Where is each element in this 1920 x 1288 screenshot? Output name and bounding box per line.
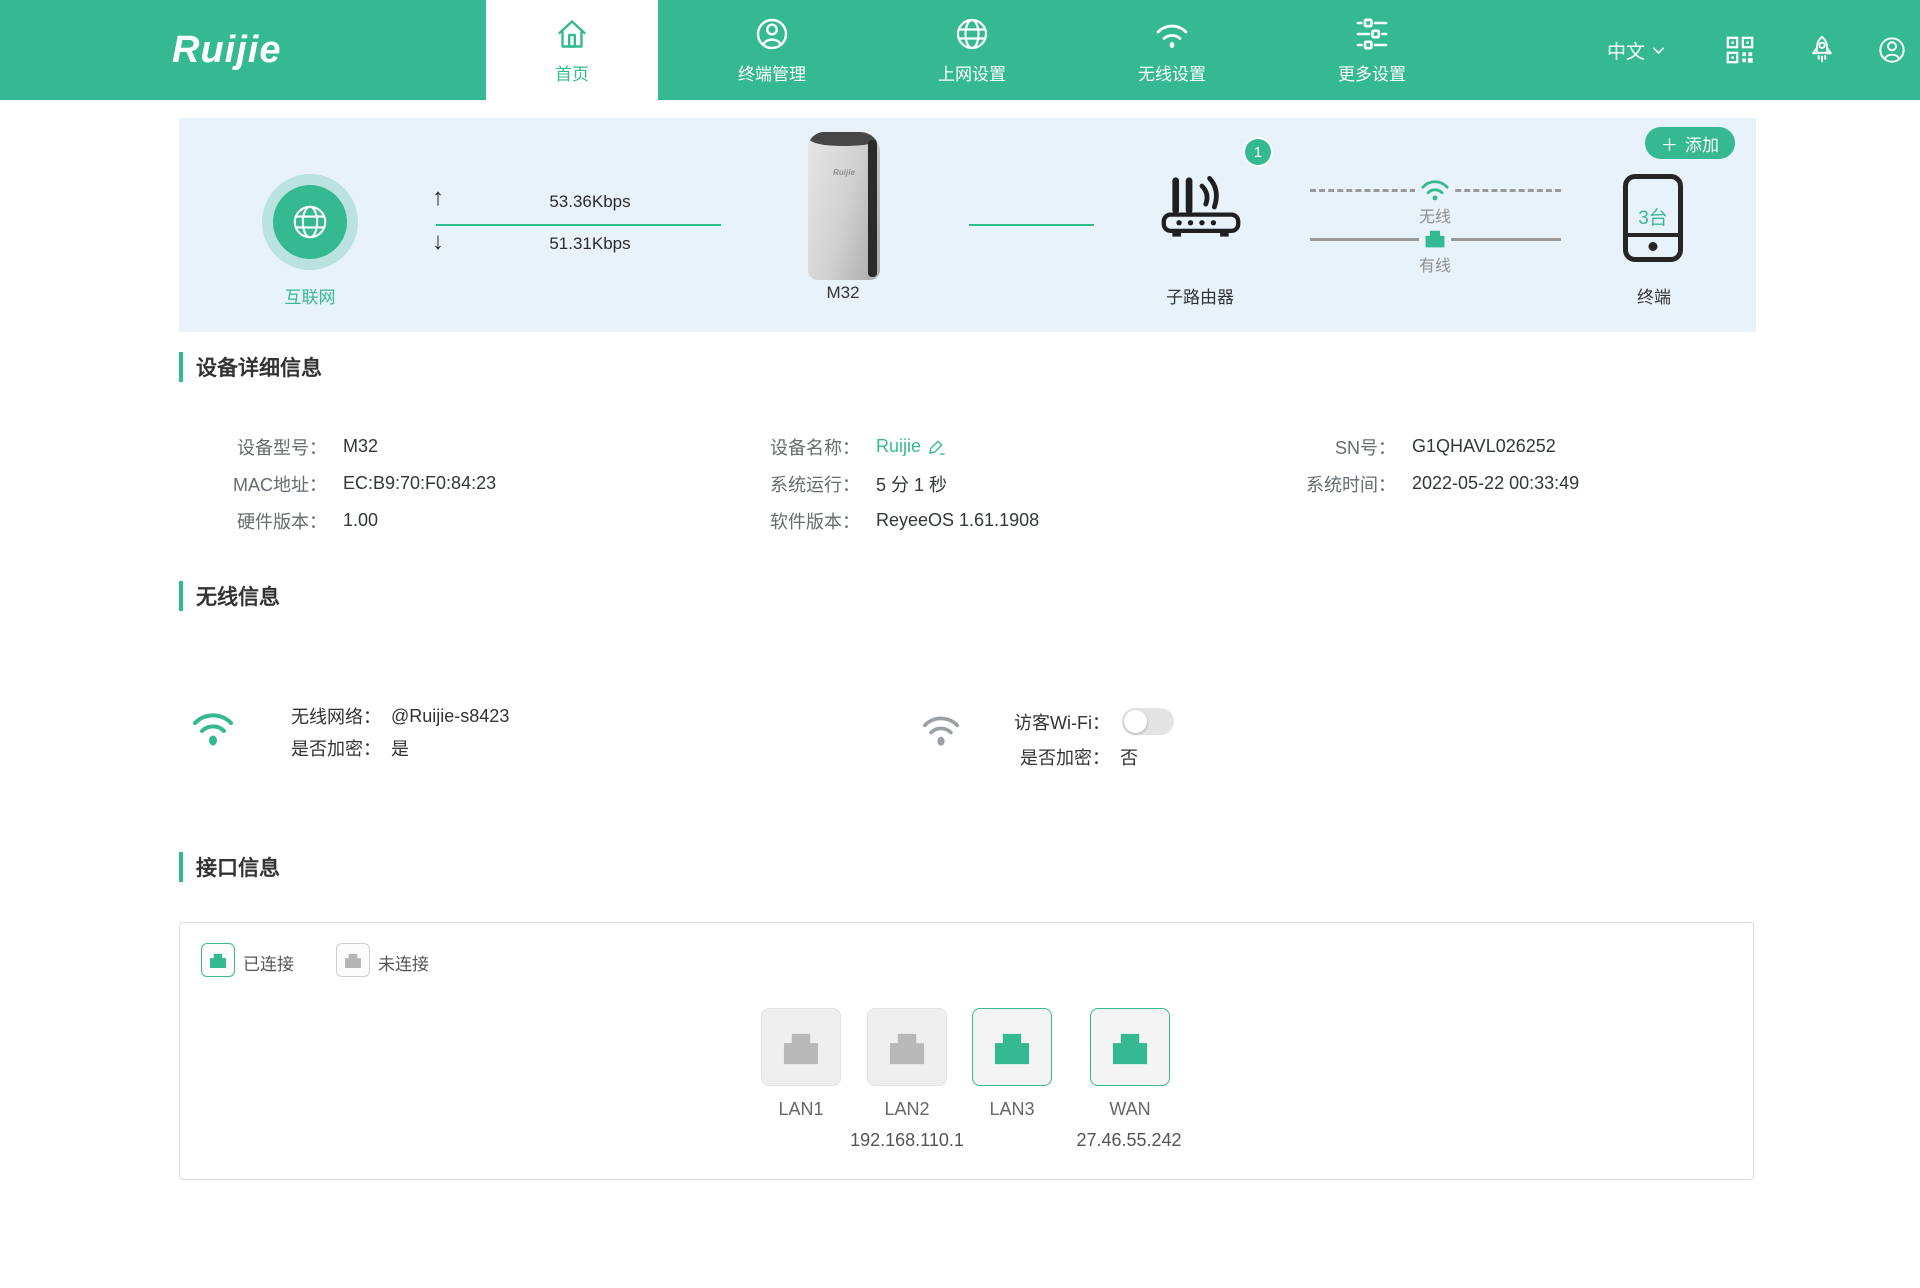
device-info-section-title: 设备详细信息 xyxy=(179,352,322,382)
plus-icon: ＋ xyxy=(1661,131,1678,156)
tab-wireless-settings[interactable]: 无线设置 xyxy=(1086,0,1258,100)
port-lan3-label: LAN3 xyxy=(972,1099,1052,1120)
interface-card: 已连接 未连接 LAN1 LAN2 LAN3 WAN 192.168.110.1… xyxy=(179,922,1754,1180)
user-circle-icon xyxy=(754,16,790,52)
port-wan[interactable] xyxy=(1090,1008,1170,1086)
internet-globe-icon xyxy=(289,201,331,243)
upload-speed: 53.36Kbps xyxy=(490,192,690,212)
brand-logo: Ruijie xyxy=(172,0,281,100)
main-router-label: M32 xyxy=(773,283,913,303)
wan-link-line xyxy=(436,224,721,226)
guest-wifi-info: 访客Wi-Fi： 是否加密： 否 xyxy=(998,704,1174,774)
primary-wifi-icon xyxy=(190,706,236,752)
upgrade-button[interactable] xyxy=(1807,0,1837,100)
interface-info-title: 接口信息 xyxy=(196,852,280,882)
tab-more-settings[interactable]: 更多设置 xyxy=(1286,0,1458,100)
tab-more-label: 更多设置 xyxy=(1338,60,1406,85)
ssid-row: 无线网络： @Ruijie-s8423 xyxy=(251,700,509,732)
system-time-row: 系统时间： 2022-05-22 00:33:49 xyxy=(1140,465,1579,502)
software-version-row: 软件版本： ReyeeOS 1.61.1908 xyxy=(618,502,1039,539)
device-info-title: 设备详细信息 xyxy=(196,352,322,382)
tab-internet-settings[interactable]: 上网设置 xyxy=(886,0,1058,100)
interface-section-title: 接口信息 xyxy=(179,852,280,882)
sub-router-icon[interactable] xyxy=(1159,172,1243,242)
internet-label: 互联网 xyxy=(240,283,380,308)
upload-arrow-icon: ↑ xyxy=(432,184,444,212)
device-info-column-3: SN号： G1QHAVL026252 系统时间： 2022-05-22 00:3… xyxy=(1140,428,1579,502)
terminal-count: 3台 xyxy=(1628,203,1678,230)
port-lan2-label: LAN2 xyxy=(867,1099,947,1120)
tab-clients[interactable]: 终端管理 xyxy=(686,0,858,100)
internet-node[interactable] xyxy=(273,185,347,259)
language-label: 中文 xyxy=(1607,37,1645,64)
qr-code-icon xyxy=(1725,35,1755,65)
primary-wifi-info: 无线网络： @Ruijie-s8423 是否加密： 是 xyxy=(251,700,509,764)
tab-home-label: 首页 xyxy=(555,60,589,85)
guest-wifi-toggle[interactable] xyxy=(1122,708,1174,735)
device-model-row: 设备型号： M32 xyxy=(179,428,496,465)
wired-legend-label: 有线 xyxy=(1385,252,1485,276)
qr-code-button[interactable] xyxy=(1725,0,1755,100)
uptime-row: 系统运行： 5 分 1 秒 xyxy=(618,465,1039,502)
wireless-info-title: 无线信息 xyxy=(196,581,280,611)
language-selector[interactable]: 中文 xyxy=(1607,0,1665,100)
guest-wifi-icon xyxy=(920,710,962,752)
guest-wifi-row: 访客Wi-Fi： xyxy=(998,704,1174,739)
tab-internet-label: 上网设置 xyxy=(938,60,1006,85)
serial-number-row: SN号： G1QHAVL026252 xyxy=(1140,428,1579,465)
home-icon xyxy=(554,16,590,52)
lan-ip-address: 192.168.110.1 xyxy=(827,1130,987,1151)
guest-encryption-row: 是否加密： 否 xyxy=(998,739,1174,774)
account-icon xyxy=(1877,35,1907,65)
top-nav-bar: Ruijie 首页 终端管理 上网设置 无线设置 xyxy=(0,0,1920,100)
port-lan3[interactable] xyxy=(972,1008,1052,1086)
add-device-button[interactable]: ＋ 添加 xyxy=(1645,127,1735,159)
encryption-row: 是否加密： 是 xyxy=(251,732,509,764)
ethernet-port-icon xyxy=(883,1026,931,1068)
mac-address-row: MAC地址： EC:B9:70:F0:84:23 xyxy=(179,465,496,502)
download-arrow-icon: ↓ xyxy=(432,228,444,256)
port-wan-label: WAN xyxy=(1090,1099,1170,1120)
rocket-icon xyxy=(1807,34,1837,66)
port-lan1-label: LAN1 xyxy=(761,1099,841,1120)
port-lan1[interactable] xyxy=(761,1008,841,1086)
ethernet-port-icon xyxy=(1106,1026,1154,1068)
device-info-column-1: 设备型号： M32 MAC地址： EC:B9:70:F0:84:23 硬件版本：… xyxy=(179,428,496,539)
sliders-icon xyxy=(1354,16,1390,52)
topology-banner: 互联网 ↑ 53.36Kbps ↓ 51.31Kbps Ruijie M32 1… xyxy=(179,118,1756,332)
wireless-section-title: 无线信息 xyxy=(179,581,280,611)
disconnected-legend-label: 未连接 xyxy=(378,950,429,975)
download-speed: 51.31Kbps xyxy=(490,234,690,254)
wired-legend-port-icon xyxy=(1419,224,1451,252)
chevron-down-icon xyxy=(1652,46,1665,55)
wan-ip-address: 27.46.55.242 xyxy=(1049,1130,1209,1151)
ethernet-port-icon xyxy=(988,1026,1036,1068)
nav-tabs: 首页 终端管理 上网设置 无线设置 更多设置 xyxy=(472,0,1472,100)
hardware-version-row: 硬件版本： 1.00 xyxy=(179,502,496,539)
add-device-label: 添加 xyxy=(1685,131,1719,156)
wifi-icon xyxy=(1153,16,1191,52)
tab-clients-label: 终端管理 xyxy=(738,60,806,85)
wireless-legend-wifi-icon xyxy=(1415,173,1455,205)
tab-home[interactable]: 首页 xyxy=(486,0,658,100)
globe-icon xyxy=(954,16,990,52)
device-name-row: 设备名称： Ruijie xyxy=(618,428,1039,465)
sub-router-count-badge: 1 xyxy=(1245,139,1271,165)
disconnected-legend-icon xyxy=(336,943,370,977)
terminal-node[interactable]: 3台 xyxy=(1623,174,1683,262)
ethernet-port-icon xyxy=(777,1026,825,1068)
account-button[interactable] xyxy=(1877,0,1907,100)
edit-pencil-icon[interactable] xyxy=(928,438,946,456)
mesh-link-line xyxy=(969,224,1094,226)
port-lan2[interactable] xyxy=(867,1008,947,1086)
device-name-value[interactable]: Ruijie xyxy=(876,436,946,457)
connected-legend-icon xyxy=(201,943,235,977)
tab-wireless-label: 无线设置 xyxy=(1138,60,1206,85)
main-router-image[interactable]: Ruijie xyxy=(808,132,880,280)
sub-router-label: 子路由器 xyxy=(1130,283,1270,308)
connected-legend-label: 已连接 xyxy=(243,950,294,975)
terminal-label: 终端 xyxy=(1584,283,1724,308)
device-info-column-2: 设备名称： Ruijie 系统运行： 5 分 1 秒 软件版本： ReyeeOS… xyxy=(618,428,1039,539)
